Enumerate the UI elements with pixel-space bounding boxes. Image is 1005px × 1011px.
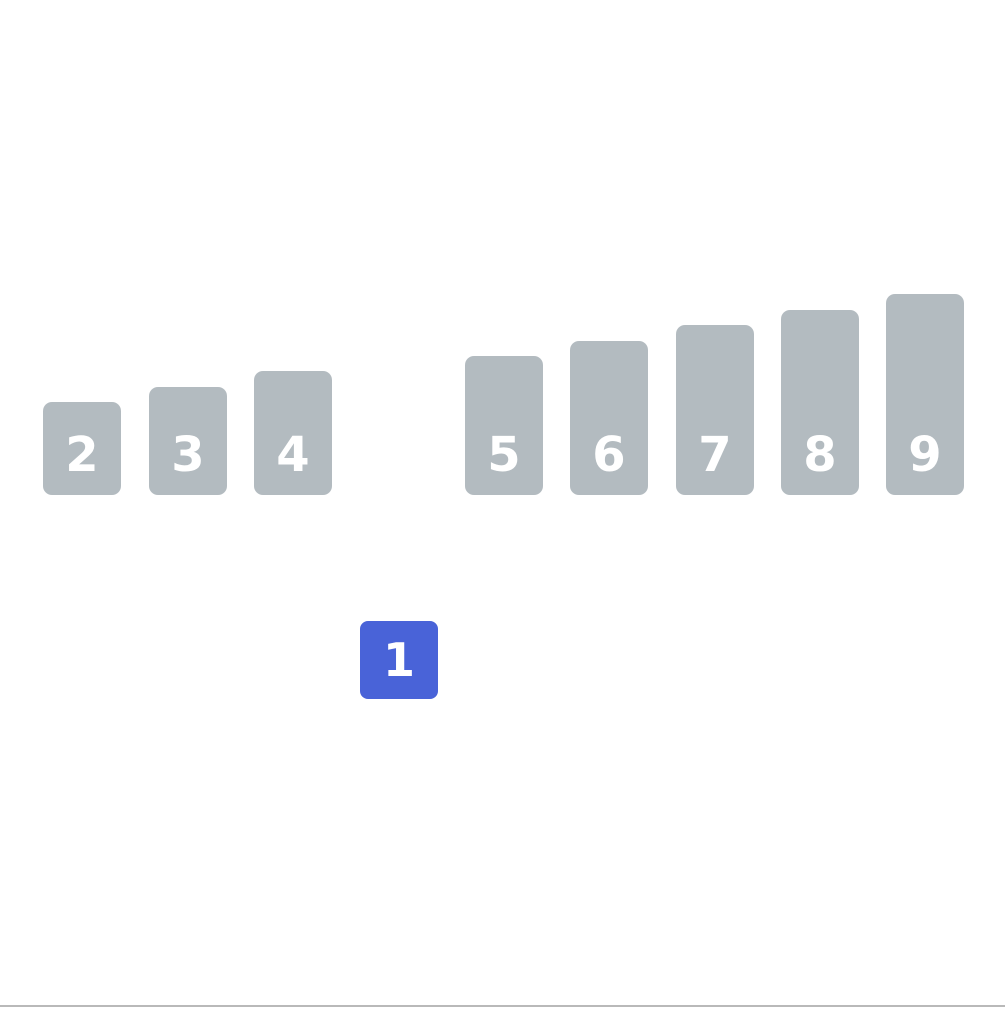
bar-7[interactable]: 7	[676, 325, 754, 495]
bar-6[interactable]: 6	[570, 341, 648, 495]
bar-4[interactable]: 4	[254, 371, 332, 495]
bar-3[interactable]: 3	[149, 387, 227, 495]
active-bar-1[interactable]: 1	[360, 621, 438, 699]
sort-visualizer-canvas: 2 3 4 5 6 7 8 9 1	[0, 0, 1005, 1005]
bar-2[interactable]: 2	[43, 402, 121, 495]
bottom-divider	[0, 1005, 1005, 1007]
bar-8[interactable]: 8	[781, 310, 859, 495]
bar-5[interactable]: 5	[465, 356, 543, 495]
bar-9[interactable]: 9	[886, 294, 964, 495]
